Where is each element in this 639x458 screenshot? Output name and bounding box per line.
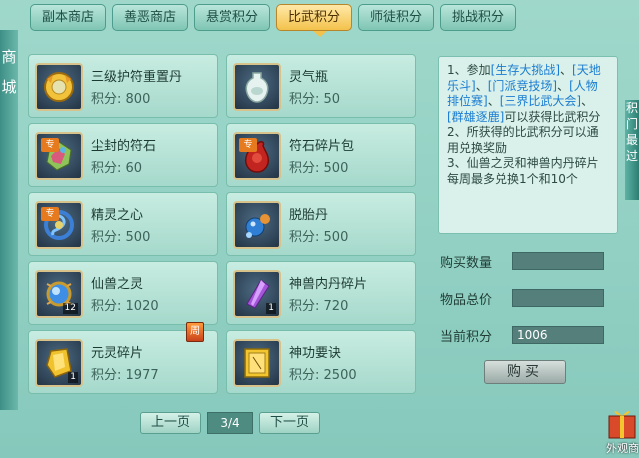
- item-name: 脱胎丹: [289, 208, 329, 223]
- purple-crystal-icon: 1: [233, 270, 281, 318]
- item-price: 积分: 1020: [91, 299, 159, 314]
- points-label: 当前积分: [440, 329, 493, 345]
- blue-pill-icon: [233, 201, 281, 249]
- next-page-button[interactable]: 下一页: [259, 412, 321, 434]
- item-price: 积分: 500: [289, 161, 349, 176]
- item-count: 1: [266, 303, 276, 314]
- tab-challenge-points[interactable]: 挑战积分: [440, 4, 516, 31]
- gold-coin-icon: [35, 63, 83, 111]
- points-field: 1006: [512, 326, 604, 344]
- tab-bounty-points[interactable]: 悬赏积分: [194, 4, 270, 31]
- weekly-limit-badge: 周: [186, 322, 204, 342]
- shop-item[interactable]: 脱胎丹 积分: 500: [226, 192, 416, 256]
- item-name: 符石碎片包: [289, 139, 355, 154]
- blue-orb-icon: 12: [35, 270, 83, 318]
- item-price: 积分: 1977: [91, 368, 159, 383]
- item-name: 元灵碎片: [91, 346, 144, 361]
- shop-item[interactable]: 1 神兽内丹碎片 积分: 720: [226, 261, 416, 325]
- item-name: 三级护符重置丹: [91, 70, 183, 85]
- prev-page-button[interactable]: 上一页: [140, 412, 202, 434]
- shop-item[interactable]: 神功要诀 积分: 2500: [226, 330, 416, 394]
- appearance-shop-label: 外观商: [606, 442, 639, 455]
- shop-item[interactable]: 专 符石碎片包 积分: 500: [226, 123, 416, 187]
- category-tabs: 副本商店 善恶商店 悬赏积分 比武积分 师徒积分 挑战积分: [30, 4, 516, 34]
- gem-stone-icon: 专: [35, 132, 83, 180]
- item-price: 积分: 2500: [289, 368, 357, 383]
- appearance-shop-shortcut[interactable]: 外观商: [603, 402, 639, 458]
- right-side-tab[interactable]: 积 门 最 过: [625, 100, 639, 200]
- pagination: 上一页 3/4 下一页: [140, 412, 321, 434]
- shop-item[interactable]: 三级护符重置丹 积分: 800: [28, 54, 218, 118]
- shop-item[interactable]: 专 精灵之心 积分: 500: [28, 192, 218, 256]
- page-indicator: 3/4: [207, 412, 254, 434]
- shop-window: 商 城 积 门 最 过 副本商店 善恶商店 悬赏积分 比武积分 师徒积分 挑战积…: [0, 0, 639, 458]
- item-name: 精灵之心: [91, 208, 144, 223]
- exclusive-tag: 专: [239, 138, 257, 152]
- item-name: 神功要诀: [289, 346, 342, 361]
- item-price: 积分: 800: [91, 92, 151, 107]
- qty-field[interactable]: [512, 252, 604, 270]
- total-label: 物品总价: [440, 292, 493, 308]
- shop-item[interactable]: 12 仙兽之灵 积分: 1020: [28, 261, 218, 325]
- item-name: 仙兽之灵: [91, 277, 144, 292]
- item-name: 尘封的符石: [91, 139, 157, 154]
- item-price: 积分: 500: [91, 230, 151, 245]
- yellow-book-icon: [233, 339, 281, 387]
- item-price: 积分: 50: [289, 92, 341, 107]
- rule-line-2: 2、所获得的比武积分可以通用兑换奖励: [447, 125, 599, 155]
- item-grid: 三级护符重置丹 积分: 800 灵气瓶 积分: 50 专 尘封的符石 积分: 6…: [28, 54, 416, 394]
- active-tab-pointer: [313, 31, 327, 37]
- buy-button[interactable]: 购买: [484, 360, 566, 384]
- vase-icon: [233, 63, 281, 111]
- total-field: [512, 289, 604, 307]
- shop-item[interactable]: 灵气瓶 积分: 50: [226, 54, 416, 118]
- tab-arena-points[interactable]: 比武积分: [276, 4, 352, 31]
- rule-line-1: 1、参加[生存大挑战]、[天地乐斗]、[门派竞技场]、[人物排位赛]、[三界比武…: [447, 63, 601, 124]
- rule-line-3: 3、仙兽之灵和神兽内丹碎片每周最多兑换1个和10个: [447, 156, 599, 186]
- qty-label: 购买数量: [440, 255, 493, 271]
- item-price: 积分: 720: [289, 299, 349, 314]
- item-name: 灵气瓶: [289, 70, 329, 85]
- red-bag-icon: 专: [233, 132, 281, 180]
- item-price: 积分: 500: [289, 230, 349, 245]
- shop-item[interactable]: 专 尘封的符石 积分: 60: [28, 123, 218, 187]
- gift-box-icon: [608, 411, 636, 439]
- tab-karma-shop[interactable]: 善恶商店: [112, 4, 188, 31]
- gold-shard-icon: 1: [35, 339, 83, 387]
- item-count: 1: [68, 372, 78, 383]
- purchase-form: 购买数量 物品总价 当前积分 1006: [440, 250, 604, 361]
- tab-mentor-points[interactable]: 师徒积分: [358, 4, 434, 31]
- rules-info-panel: 1、参加[生存大挑战]、[天地乐斗]、[门派竞技场]、[人物排位赛]、[三界比武…: [438, 56, 618, 234]
- exclusive-tag: 专: [41, 138, 59, 152]
- item-count: 12: [62, 303, 78, 314]
- left-side-tab[interactable]: 商 城: [0, 30, 18, 410]
- item-name: 神兽内丹碎片: [289, 277, 368, 292]
- exclusive-tag: 专: [41, 207, 59, 221]
- tab-dungeon-shop[interactable]: 副本商店: [30, 4, 106, 31]
- dragon-heart-icon: 专: [35, 201, 83, 249]
- item-price: 积分: 60: [91, 161, 143, 176]
